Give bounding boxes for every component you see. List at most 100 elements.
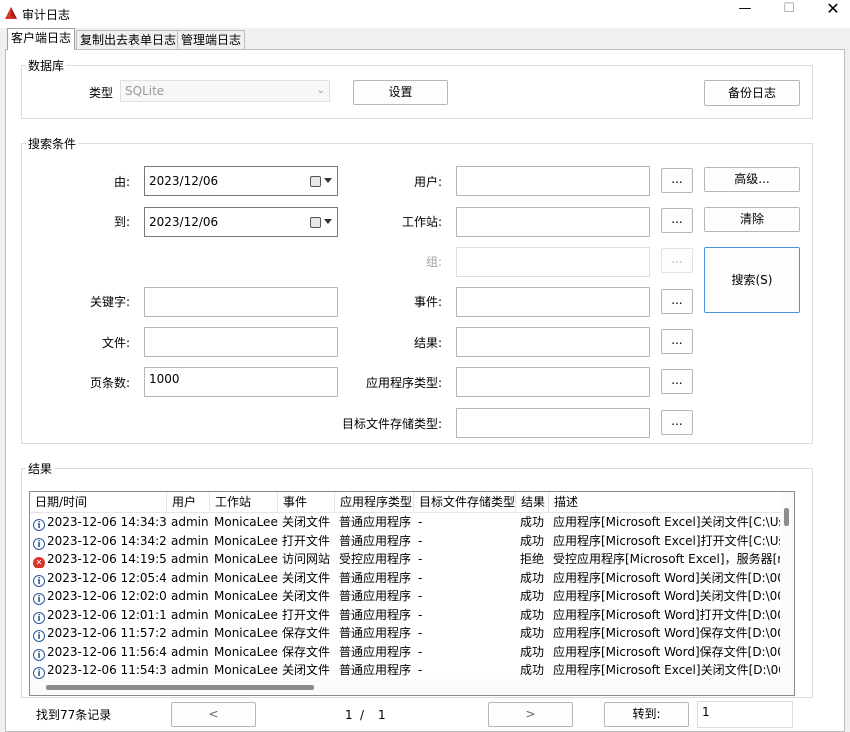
vertical-scroll-thumb[interactable] xyxy=(784,508,789,526)
cell-datetime-text: 2023-12-06 12:05:48 xyxy=(47,570,167,585)
db-type-select: SQLite ⌄ xyxy=(120,80,330,102)
col-user[interactable]: 用户 xyxy=(167,492,210,513)
target-storage-browse-button[interactable]: ... xyxy=(661,410,693,435)
close-button[interactable]: ✕ xyxy=(810,0,850,24)
deny-status-icon: ✕ xyxy=(33,557,45,568)
results-group-title: 结果 xyxy=(26,460,55,477)
table-row[interactable]: ✕ 2023-12-06 14:19:53 admin MonicaLee 访问网站 受控… xyxy=(30,550,780,569)
table-row[interactable]: i 2023-12-06 12:01:16 admin MonicaLee 打开文件 普通… xyxy=(30,606,780,625)
info-status-icon: i xyxy=(33,593,45,605)
event-input[interactable] xyxy=(456,287,650,317)
cell-datetime-text: 2023-12-06 14:19:53 xyxy=(47,552,167,566)
event-browse-button[interactable]: ... xyxy=(661,289,693,314)
vertical-scrollbar[interactable] xyxy=(780,492,794,680)
clear-button[interactable]: 清除 xyxy=(704,207,800,232)
cell-result: 成功 xyxy=(520,589,545,603)
col-app-type[interactable]: 应用程序类型 xyxy=(335,492,414,513)
cell-user: admin xyxy=(171,589,209,603)
user-browse-button[interactable]: ... xyxy=(661,168,693,193)
keyword-input[interactable] xyxy=(144,287,338,317)
cell-result: 成功 xyxy=(520,515,545,529)
cell-storage: - xyxy=(418,589,423,603)
table-row[interactable]: i 2023-12-06 12:05:48 admin MonicaLee 关闭文件 普通… xyxy=(30,569,780,588)
info-status-icon: i xyxy=(33,519,45,531)
cell-storage: - xyxy=(418,515,423,529)
user-input[interactable] xyxy=(456,166,650,196)
next-page-button[interactable]: > xyxy=(488,702,573,727)
cell-result: 成功 xyxy=(520,570,545,585)
page-size-input[interactable]: 1000 xyxy=(144,367,338,397)
cell-event: 访问网站 xyxy=(282,552,331,566)
app-type-input[interactable] xyxy=(456,367,650,397)
col-event[interactable]: 事件 xyxy=(278,492,335,513)
cell-user: admin xyxy=(171,663,209,677)
minimize-button[interactable]: — xyxy=(722,0,768,24)
cell-desc: 应用程序[Microsoft Excel]打开文件[C:\Use xyxy=(553,533,780,548)
cell-datetime: ✕ 2023-12-06 14:19:53 xyxy=(30,550,167,568)
search-group-title: 搜索条件 xyxy=(26,135,79,152)
col-datetime[interactable]: 日期/时间 xyxy=(30,492,167,513)
col-description[interactable]: 描述 xyxy=(549,492,780,513)
goto-page-button[interactable]: 转到: xyxy=(604,702,689,727)
cell-workstation: MonicaLee xyxy=(214,570,278,585)
cell-event: 关闭文件 xyxy=(282,663,331,677)
goto-page-input[interactable]: 1 xyxy=(697,701,793,728)
col-target-storage[interactable]: 目标文件存储类型 xyxy=(414,492,516,513)
to-date-picker[interactable]: 2023/12/06 xyxy=(144,207,338,237)
results-table: 日期/时间 用户 工作站 事件 应用程序类型 目标文件存储类型 结果 描述 i2… xyxy=(29,491,795,696)
tab-copy-form-log[interactable]: 复制出去表单日志 xyxy=(76,30,181,49)
cell-desc: 受控应用程序[Microsoft Excel]，服务器[r4 xyxy=(553,552,780,566)
cell-desc: 应用程序[Microsoft Word]关闭文件[D:\00 xyxy=(553,570,780,585)
cell-event: 打开文件 xyxy=(282,533,331,548)
col-workstation[interactable]: 工作站 xyxy=(210,492,278,513)
result-input[interactable] xyxy=(456,327,650,357)
from-date-value: 2023/12/06 xyxy=(149,174,219,188)
tab-client-log[interactable]: 客户端日志 xyxy=(7,28,76,50)
cell-desc: 应用程序[Microsoft Word]关闭文件[D:\00 xyxy=(553,589,780,603)
from-date-picker[interactable]: 2023/12/06 xyxy=(144,166,338,196)
workstation-input[interactable] xyxy=(456,207,650,237)
table-row[interactable]: i 2023-12-06 12:02:07 admin MonicaLee 关闭文件 普通… xyxy=(30,587,780,606)
advanced-button[interactable]: 高级... xyxy=(704,167,800,192)
cell-user: admin xyxy=(171,626,209,640)
cell-user: admin xyxy=(171,644,209,659)
cell-workstation: MonicaLee xyxy=(214,552,278,566)
file-label: 文件: xyxy=(101,336,130,350)
cell-event: 关闭文件 xyxy=(282,589,331,603)
info-status-icon: i xyxy=(33,667,45,679)
col-result[interactable]: 结果 xyxy=(516,492,549,513)
search-button[interactable]: 搜索(S) xyxy=(704,247,800,313)
table-row[interactable]: i 2023-12-06 11:56:40 admin MonicaLee 保存文件 普通… xyxy=(30,643,780,662)
table-row[interactable]: i 2023-12-06 11:54:39 admin MonicaLee 关闭文件 普通… xyxy=(30,661,780,680)
app-type-browse-button[interactable]: ... xyxy=(661,369,693,394)
table-row[interactable]: i 2023-12-06 11:57:29 admin MonicaLee 保存文件 普通… xyxy=(30,624,780,643)
table-row[interactable]: i 2023-12-06 14:34:30 admin MonicaLee 关闭文件 普通… xyxy=(30,513,780,532)
info-status-icon: i xyxy=(33,648,45,661)
calendar-icon xyxy=(310,217,321,228)
workstation-browse-button[interactable]: ... xyxy=(661,208,693,233)
result-browse-button[interactable]: ... xyxy=(661,329,693,354)
maximize-button[interactable]: ☐ xyxy=(766,0,812,24)
backup-log-button[interactable]: 备份日志 xyxy=(704,80,800,106)
target-storage-input[interactable] xyxy=(456,408,650,438)
horizontal-scrollbar[interactable] xyxy=(30,679,794,695)
window-title: 审计日志 xyxy=(22,8,71,22)
cell-result: 拒绝 xyxy=(520,552,545,566)
cell-app-type: 普通应用程序 xyxy=(339,644,412,659)
info-status-icon: i xyxy=(33,574,45,587)
cell-datetime: i 2023-12-06 11:57:29 xyxy=(30,624,167,642)
tab-strip: 客户端日志 复制出去表单日志 管理端日志 xyxy=(5,28,850,50)
cell-storage: - xyxy=(418,552,423,566)
cell-workstation: MonicaLee xyxy=(214,515,278,529)
database-group-title: 数据库 xyxy=(26,57,67,74)
group-browse-button: ... xyxy=(661,248,693,273)
horizontal-scroll-thumb[interactable] xyxy=(46,685,314,690)
cell-datetime-text: 2023-12-06 14:34:22 xyxy=(47,533,167,548)
prev-page-button[interactable]: < xyxy=(171,702,256,727)
table-row[interactable]: i 2023-12-06 14:34:22 admin MonicaLee 打开文件 普通… xyxy=(30,532,780,551)
cell-datetime: i 2023-12-06 11:56:40 xyxy=(30,643,167,661)
db-settings-button[interactable]: 设置 xyxy=(353,80,448,105)
tab-admin-log[interactable]: 管理端日志 xyxy=(177,30,246,49)
file-input[interactable] xyxy=(144,327,338,357)
cell-event: 关闭文件 xyxy=(282,515,331,529)
